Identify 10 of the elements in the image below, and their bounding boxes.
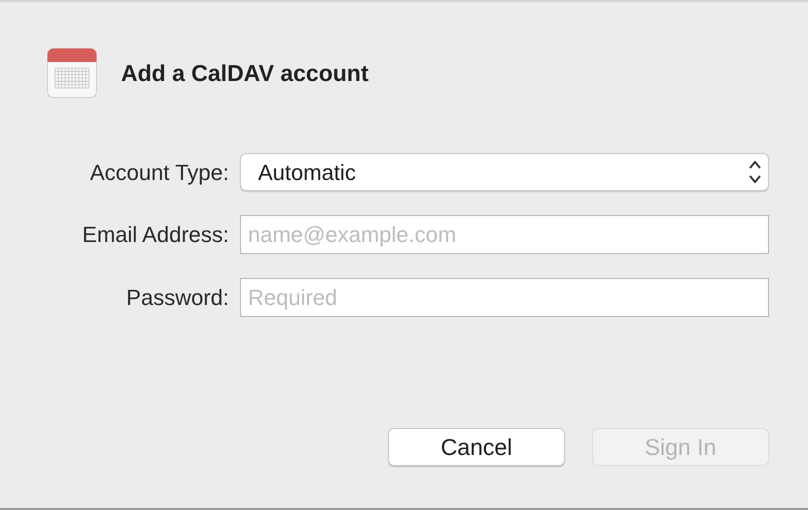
- dialog-title: Add a CalDAV account: [121, 58, 368, 88]
- field-label: Password:: [125, 284, 230, 312]
- account-type-select[interactable]: Automatic: [240, 153, 769, 191]
- text-field[interactable]: Required: [240, 278, 769, 317]
- field-label: Email Address:: [81, 221, 230, 249]
- field-label: Account Type:: [88, 158, 230, 187]
- text-field[interactable]: name@example.com: [240, 215, 769, 254]
- dialog-button[interactable]: Cancel: [388, 428, 565, 466]
- calendar-icon: [47, 48, 97, 98]
- chevron-updown-icon: [748, 159, 762, 185]
